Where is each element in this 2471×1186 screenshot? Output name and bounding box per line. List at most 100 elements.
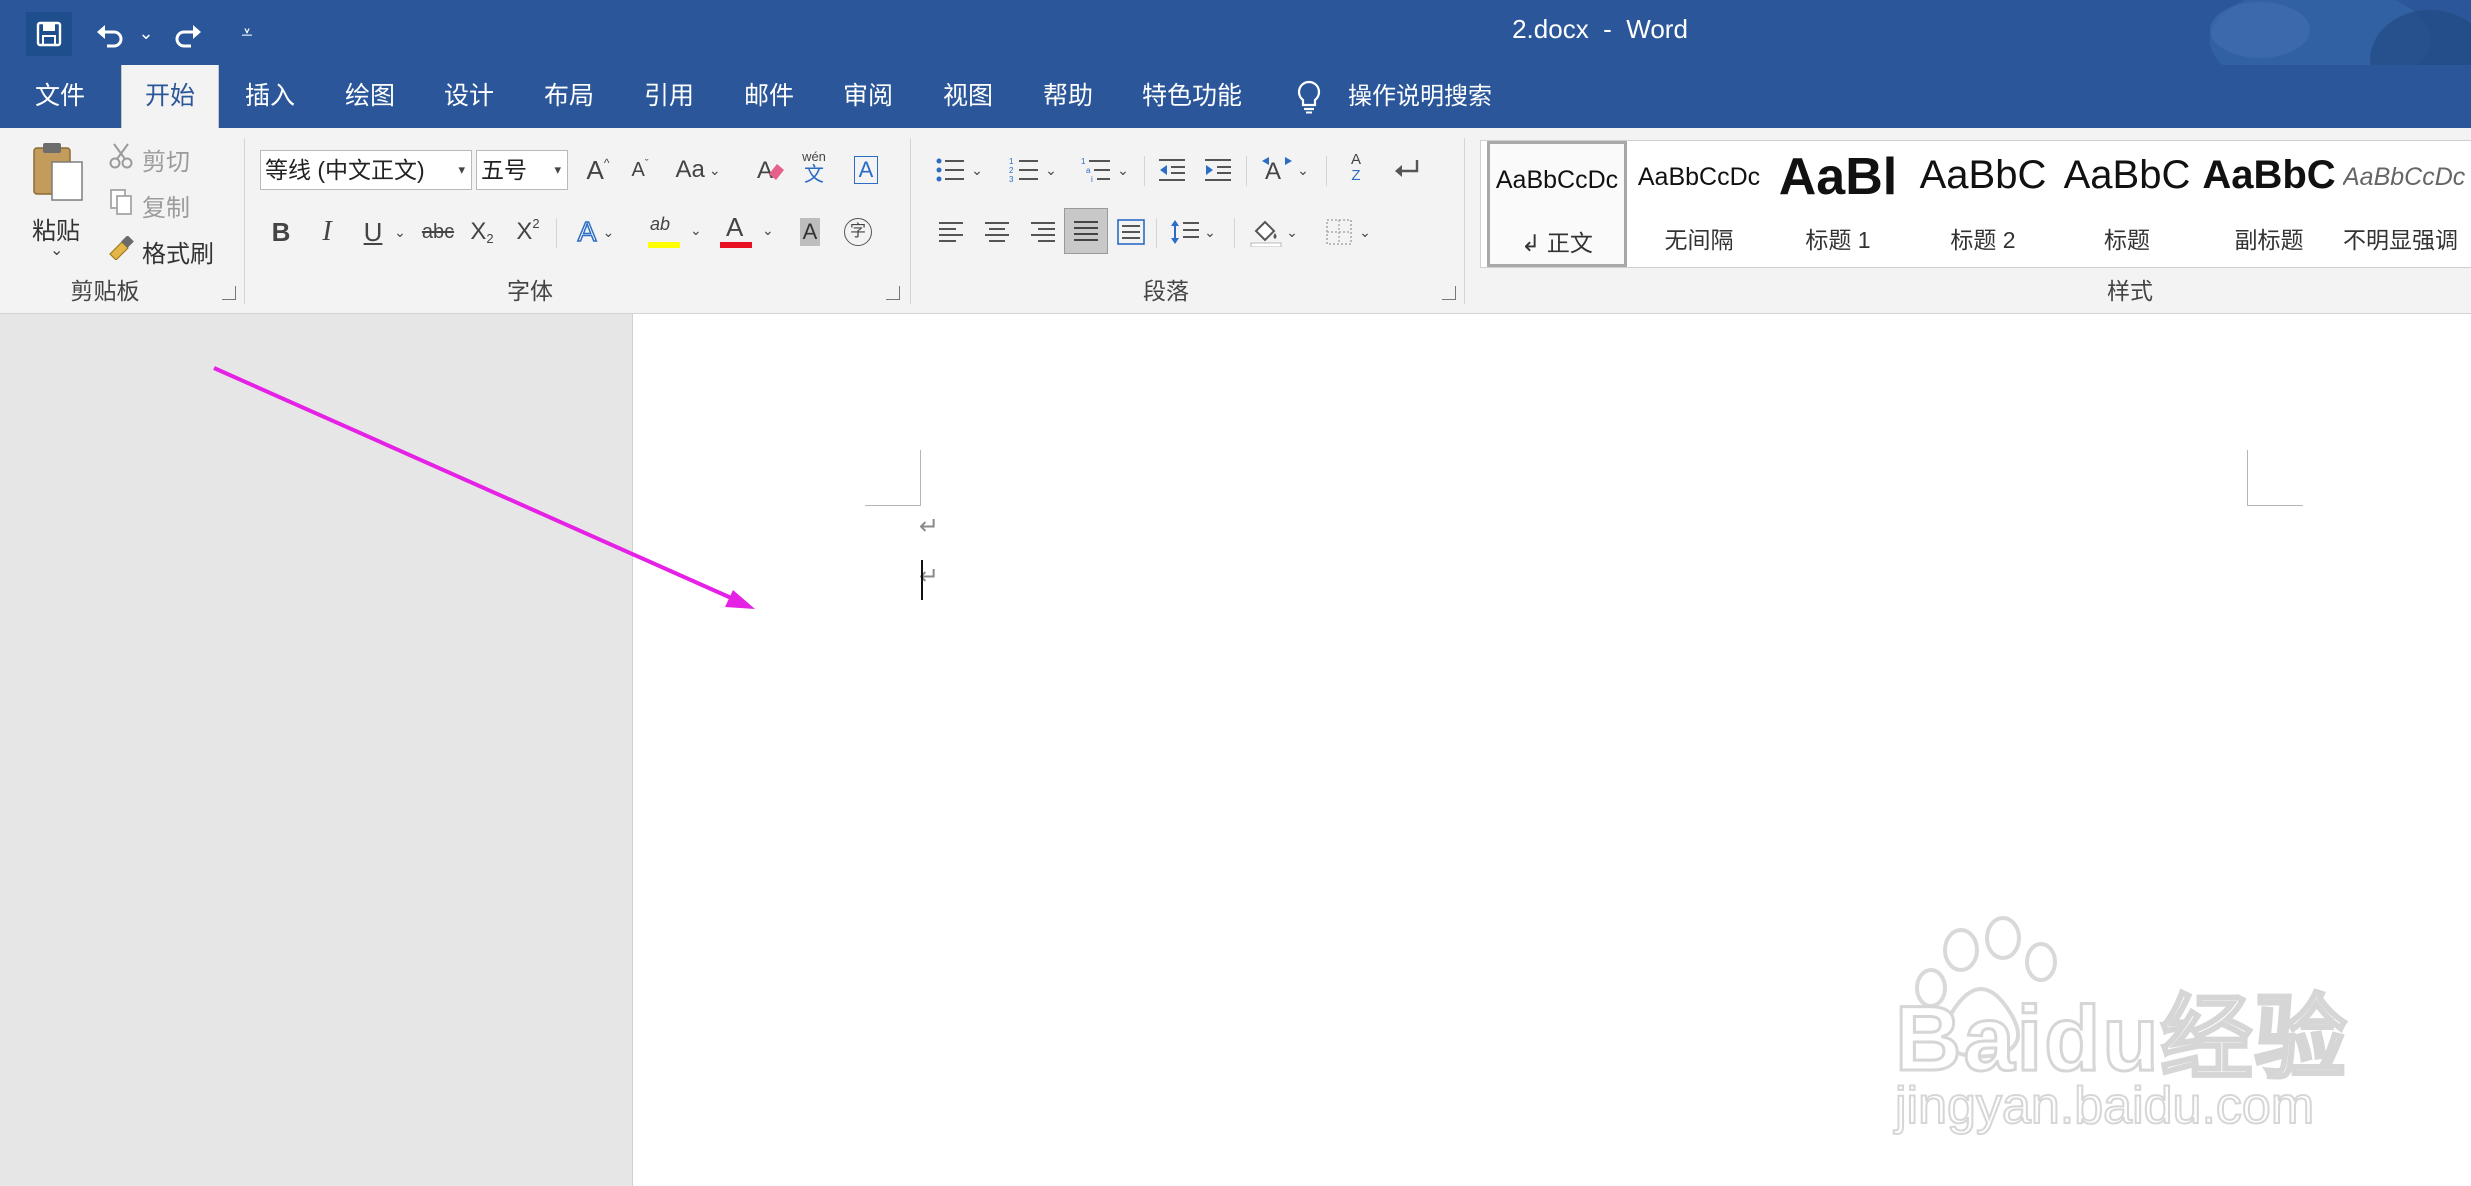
highlight-icon: ab: [650, 214, 671, 234]
line-spacing-button[interactable]: ⌄: [1162, 212, 1224, 252]
show-hide-marks-icon: [1395, 160, 1419, 177]
style-subtitle[interactable]: AaBbC 副标题: [2199, 141, 2339, 267]
group-separator: [910, 138, 911, 304]
redo-button[interactable]: [168, 14, 208, 54]
text-highlight-button[interactable]: ab ⌄: [644, 212, 708, 252]
style-preview: AaBbCcDc: [1495, 166, 1619, 194]
tab-mailings[interactable]: 邮件: [727, 65, 811, 128]
style-name: 无间隔: [1664, 227, 1734, 253]
enclose-characters-button[interactable]: 字: [840, 212, 876, 252]
tab-help[interactable]: 帮助: [1026, 65, 1110, 128]
top-right-margin-mark: [2247, 450, 2303, 506]
grow-font-button[interactable]: A ^: [580, 150, 616, 190]
tab-file[interactable]: 文件: [18, 65, 102, 128]
borders-icon: [1326, 219, 1352, 245]
bold-button[interactable]: B: [264, 212, 298, 252]
word-window: ⌄ ⩡ 2.docx - Word 文件 开始 插入 绘图 设计 布局 引用 邮…: [0, 0, 2471, 1186]
strikethrough-button[interactable]: abc: [418, 212, 458, 252]
text-effects-button[interactable]: A ⌄: [566, 212, 626, 252]
shading-button[interactable]: ⌄: [1242, 212, 1306, 252]
phonetic-guide-button[interactable]: wén 文: [796, 146, 832, 190]
underline-dropdown[interactable]: ⌄: [390, 212, 410, 252]
group-label-font: 字体: [507, 278, 553, 304]
style-preview: AaBl: [1778, 148, 1898, 206]
multilevel-list-icon: 1ai: [1081, 157, 1111, 184]
change-case-button[interactable]: Aa ⌄: [670, 150, 726, 190]
tab-home[interactable]: 开始: [121, 65, 219, 128]
tab-insert[interactable]: 插入: [228, 65, 312, 128]
save-button[interactable]: [26, 12, 72, 56]
underline-button[interactable]: U: [356, 212, 390, 252]
paste-button[interactable]: 粘贴 ⌄: [22, 134, 94, 272]
style-preview: AaBbCcDc: [1637, 163, 1761, 191]
show-hide-marks-button[interactable]: [1386, 150, 1426, 190]
undo-dropdown[interactable]: ⌄: [134, 18, 158, 48]
style-title[interactable]: AaBbC 标题: [2057, 141, 2197, 267]
undo-button[interactable]: [90, 14, 130, 54]
paste-icon: [33, 143, 83, 201]
tab-references[interactable]: 引用: [627, 65, 711, 128]
font-name-dropdown-icon: ▾: [458, 162, 465, 177]
character-border-button[interactable]: A: [848, 150, 884, 190]
clipboard-dialog-launcher[interactable]: [222, 286, 236, 300]
subscript-mark: 2: [486, 231, 494, 246]
numbering-button[interactable]: 123 ⌄: [1002, 150, 1064, 190]
bold-icon: B: [271, 216, 291, 247]
group-separator: [556, 218, 557, 248]
font-name-combo[interactable]: 等线 (中文正文) ▾: [260, 150, 472, 190]
decrease-indent-button[interactable]: [1152, 150, 1192, 190]
style-no-spacing[interactable]: AaBbCcDc 无间隔: [1629, 141, 1769, 267]
font-color-button[interactable]: A ⌄: [716, 212, 780, 252]
ribbon-home: 粘贴 ⌄ 剪切 复制 格式刷 剪贴板 等线 (中文正文) ▾ 五号 ▾ A ^ …: [0, 128, 2471, 314]
text-cursor: [921, 560, 923, 600]
cut-button[interactable]: 剪切: [106, 138, 206, 176]
font-size-combo[interactable]: 五号 ▾: [476, 150, 568, 190]
align-left-button[interactable]: [932, 212, 970, 252]
tell-me-search[interactable]: 操作说明搜索: [1290, 65, 1520, 128]
document-page[interactable]: ↵ ↵ Baidu经验 jingyan.baidu.com: [632, 314, 2471, 1186]
paragraph-dialog-launcher[interactable]: [1442, 286, 1456, 300]
align-center-button[interactable]: [978, 212, 1016, 252]
chevron-down-icon: ⌄: [971, 161, 983, 178]
subscript-button[interactable]: X2: [464, 212, 500, 252]
font-size-dropdown-icon: ▾: [554, 162, 561, 177]
redo-icon: [175, 25, 201, 48]
justify-button[interactable]: [1064, 208, 1108, 254]
customize-qat-button[interactable]: ⩡: [232, 18, 262, 48]
tab-view[interactable]: 视图: [926, 65, 1010, 128]
style-subtle-emphasis[interactable]: AaBbCcDc 不明显强调: [2343, 141, 2471, 267]
grow-font-icon: A: [586, 154, 604, 185]
justify-icon: [1074, 221, 1098, 241]
paragraph-mark: ↵: [919, 513, 940, 540]
cut-label: 剪切: [142, 149, 190, 176]
tab-layout[interactable]: 布局: [527, 65, 611, 128]
tab-design[interactable]: 设计: [427, 65, 511, 128]
sort-icon: A: [1350, 151, 1361, 168]
clear-formatting-button[interactable]: A: [752, 150, 788, 190]
tab-draw[interactable]: 绘图: [328, 65, 412, 128]
increase-indent-button[interactable]: [1198, 150, 1238, 190]
borders-button[interactable]: ⌄: [1316, 212, 1380, 252]
style-heading-1[interactable]: AaBl 标题 1: [1771, 141, 1905, 267]
tab-review[interactable]: 审阅: [826, 65, 910, 128]
format-painter-button[interactable]: 格式刷: [106, 230, 232, 268]
font-dialog-launcher[interactable]: [886, 286, 900, 300]
superscript-button[interactable]: X2: [510, 212, 546, 252]
copy-button[interactable]: 复制: [106, 184, 206, 222]
style-heading-2[interactable]: AaBbC 标题 2: [1913, 141, 2053, 267]
group-label-paragraph: 段落: [1143, 278, 1189, 304]
italic-button[interactable]: I: [310, 212, 344, 252]
multilevel-list-button[interactable]: 1ai ⌄: [1074, 150, 1136, 190]
distributed-button[interactable]: [1112, 212, 1150, 252]
style-name: 不明显强调: [2343, 227, 2458, 253]
group-separator: [1326, 156, 1327, 186]
asian-layout-button[interactable]: A ⌄: [1254, 150, 1316, 190]
shrink-font-button[interactable]: Aˇ: [622, 150, 658, 190]
bullets-button[interactable]: ⌄: [928, 150, 990, 190]
tab-special-features[interactable]: 特色功能: [1132, 65, 1252, 128]
sort-button[interactable]: A Z: [1336, 146, 1376, 190]
character-shading-button[interactable]: A: [792, 212, 828, 252]
lightbulb-icon: [1297, 80, 1321, 114]
style-normal[interactable]: AaBbCcDc ↲ 正文: [1487, 141, 1627, 267]
align-right-button[interactable]: [1024, 212, 1062, 252]
